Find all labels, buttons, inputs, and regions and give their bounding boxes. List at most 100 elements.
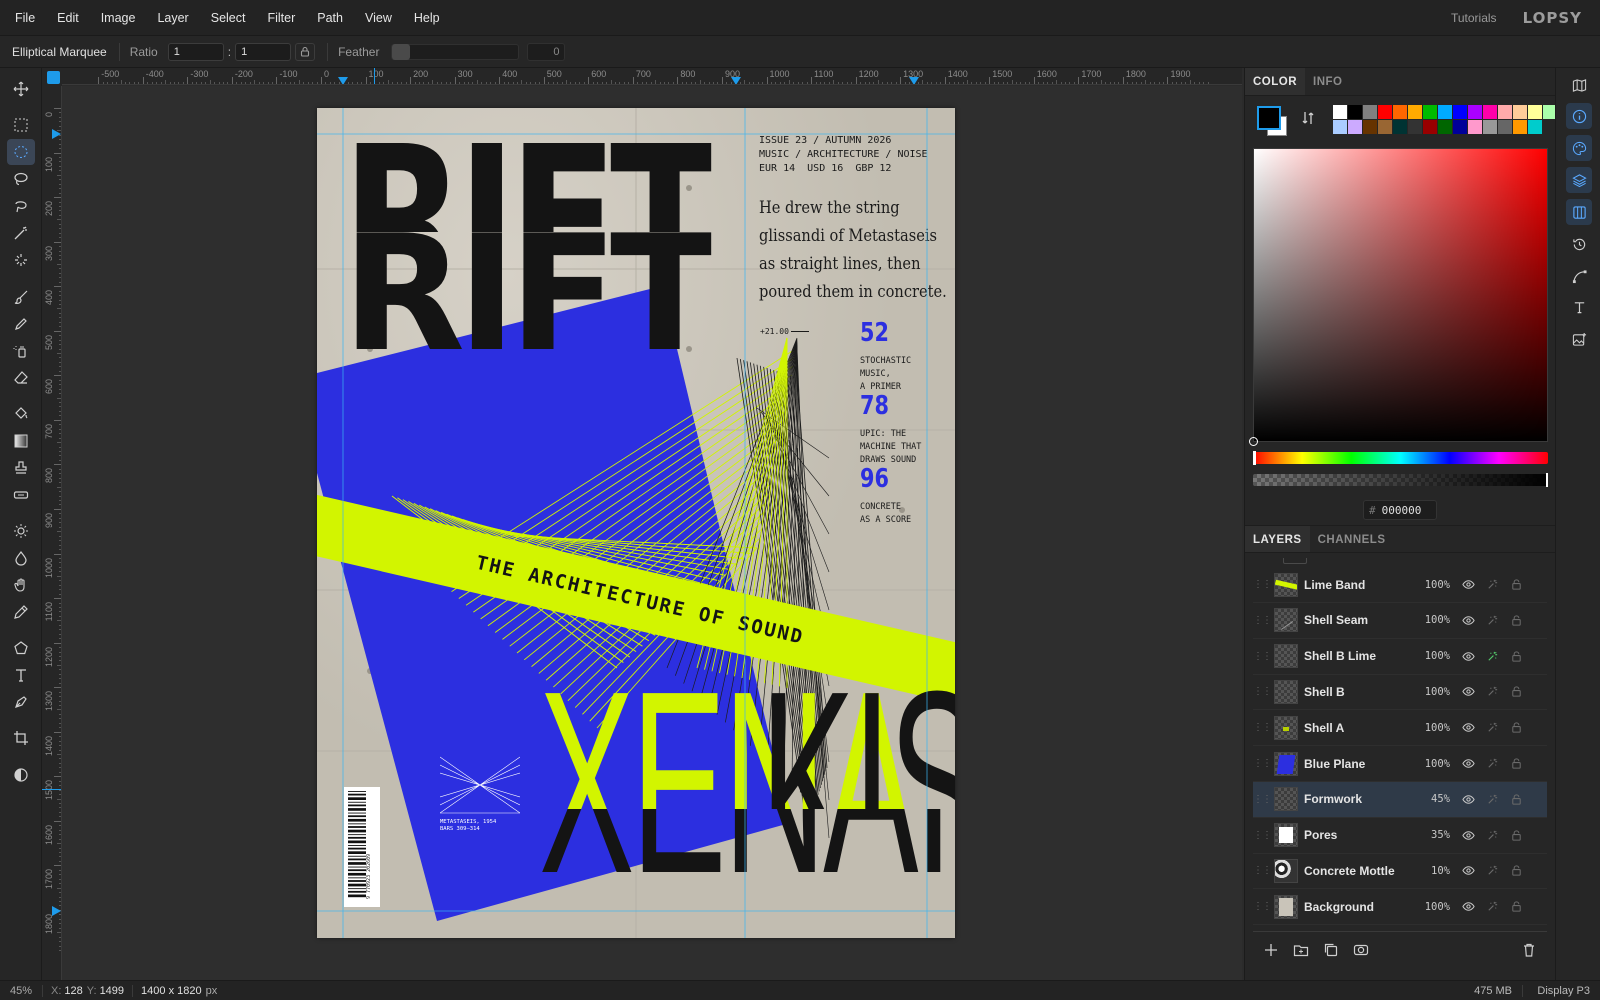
palette-swatch[interactable] (1393, 105, 1407, 119)
layer-effects-toggle[interactable] (1480, 721, 1504, 734)
place-image-button[interactable] (1566, 326, 1592, 352)
foreground-color-swatch[interactable] (1257, 106, 1281, 130)
alpha-slider[interactable] (1253, 473, 1548, 487)
layer-lock-toggle[interactable] (1504, 900, 1528, 913)
visibility-toggle[interactable] (1456, 829, 1480, 842)
layer-opacity[interactable]: 45% (1416, 793, 1450, 805)
drag-handle-icon[interactable]: ⋮⋮ (1253, 830, 1272, 841)
layer-opacity[interactable]: 10% (1416, 865, 1450, 877)
visibility-toggle[interactable] (1456, 578, 1480, 591)
layer-opacity[interactable]: 35% (1416, 829, 1450, 841)
lasso-tool[interactable] (7, 166, 35, 192)
drag-handle-icon[interactable]: ⋮⋮ (1253, 722, 1272, 733)
healing-tool[interactable] (7, 482, 35, 508)
layer-effects-toggle[interactable] (1480, 864, 1504, 877)
layer-row[interactable]: ⋮⋮ Pores 35% (1253, 818, 1547, 854)
layer-name[interactable]: Shell B Lime (1304, 649, 1416, 663)
layer-row[interactable]: ⋮⋮ Concrete Mottle 10% (1253, 853, 1547, 890)
pen-tool[interactable] (7, 689, 35, 715)
visibility-toggle[interactable] (1456, 757, 1480, 770)
visibility-toggle[interactable] (1456, 685, 1480, 698)
layer-row[interactable]: ⋮⋮ Shell Seam 100% (1253, 603, 1547, 639)
menu-edit[interactable]: Edit (46, 11, 90, 25)
rect-marquee-tool[interactable] (7, 112, 35, 138)
ruler-corner[interactable] (42, 68, 62, 86)
guide-marker[interactable] (338, 77, 348, 84)
menu-image[interactable]: Image (90, 11, 147, 25)
layer-opacity[interactable]: 100% (1416, 650, 1450, 662)
layer-name[interactable]: Background (1304, 900, 1416, 914)
palette-swatch[interactable] (1333, 105, 1347, 119)
layer-lock-toggle[interactable] (1504, 614, 1528, 627)
menu-view[interactable]: View (354, 11, 403, 25)
palette-swatch[interactable] (1408, 105, 1422, 119)
hue-slider[interactable] (1253, 451, 1548, 465)
palette-swatch[interactable] (1408, 120, 1422, 134)
trash-icon[interactable] (1521, 942, 1537, 958)
palette-swatch[interactable] (1378, 120, 1392, 134)
quick-select-tool[interactable] (7, 247, 35, 273)
palette-swatch[interactable] (1468, 105, 1482, 119)
palette-swatch[interactable] (1423, 120, 1437, 134)
channels-panel-button[interactable] (1566, 199, 1592, 225)
ruler-origin-marker[interactable] (47, 71, 60, 84)
visibility-toggle[interactable] (1456, 864, 1480, 877)
visibility-toggle[interactable] (1456, 614, 1480, 627)
visibility-toggle[interactable] (1456, 721, 1480, 734)
layer-name[interactable]: Shell Seam (1304, 613, 1416, 627)
palette-swatch[interactable] (1348, 120, 1362, 134)
layer-row[interactable]: ⋮⋮ Background 100% (1253, 889, 1547, 926)
palette-swatch[interactable] (1363, 120, 1377, 134)
drag-handle-icon[interactable]: ⋮⋮ (1253, 865, 1272, 876)
clone-stamp-tool[interactable] (7, 455, 35, 481)
hue-slider-thumb[interactable] (1253, 451, 1256, 465)
layer-effects-toggle[interactable] (1480, 757, 1504, 770)
layer-lock-toggle[interactable] (1504, 721, 1528, 734)
layer-name[interactable]: Pores (1304, 828, 1416, 842)
layer-row[interactable]: ⋮⋮ Shell B Lime 100% (1253, 639, 1547, 675)
pencil-tool[interactable] (7, 311, 35, 337)
guide-marker[interactable] (909, 77, 919, 84)
magnetic-lasso-tool[interactable] (7, 193, 35, 219)
hex-input[interactable]: # 000000 (1363, 500, 1437, 520)
horizontal-ruler[interactable]: -500 -400 -300 -200 -100 0 100 200 300 400 500 600 7… (62, 68, 1242, 85)
visibility-toggle[interactable] (1456, 793, 1480, 806)
drag-handle-icon[interactable]: ⋮⋮ (1253, 686, 1272, 697)
tab-channels[interactable]: CHANNELS (1310, 526, 1394, 552)
swap-colors-button[interactable] (1300, 110, 1316, 129)
new-group-icon[interactable] (1293, 942, 1309, 958)
zoom-level[interactable]: 45% (0, 985, 42, 997)
brush-tool[interactable] (7, 284, 35, 310)
layer-effects-toggle[interactable] (1480, 650, 1504, 663)
layer-name[interactable]: Concrete Mottle (1304, 864, 1416, 878)
spray-tool[interactable] (7, 338, 35, 364)
duplicate-layer-icon[interactable] (1323, 942, 1339, 958)
paint-bucket-tool[interactable] (7, 401, 35, 427)
palette-swatch[interactable] (1453, 105, 1467, 119)
layer-lock-toggle[interactable] (1504, 793, 1528, 806)
palette-swatch[interactable] (1528, 105, 1542, 119)
guide-marker[interactable] (52, 129, 61, 139)
shape-tool[interactable] (7, 635, 35, 661)
menu-file[interactable]: File (0, 11, 46, 25)
menu-path[interactable]: Path (306, 11, 354, 25)
navigator-button[interactable] (1566, 72, 1592, 98)
layer-lock-toggle[interactable] (1504, 578, 1528, 591)
vertical-ruler[interactable]: 0 100 200 300 400 500 600 700 800 900 1000 1100 1200… (42, 86, 62, 980)
drag-handle-icon[interactable]: ⋮⋮ (1253, 901, 1272, 912)
alpha-slider-thumb[interactable] (1546, 473, 1548, 487)
hand-tool[interactable] (7, 572, 35, 598)
layer-name[interactable]: Lime Band (1304, 578, 1416, 592)
layer-mask-icon[interactable] (1353, 942, 1369, 958)
palette-swatch[interactable] (1483, 120, 1497, 134)
paths-panel-button[interactable] (1566, 263, 1592, 289)
drag-handle-icon[interactable]: ⋮⋮ (1253, 615, 1272, 626)
layer-lock-toggle[interactable] (1504, 829, 1528, 842)
burn-tool[interactable] (7, 545, 35, 571)
palette-swatch[interactable] (1423, 105, 1437, 119)
drag-handle-icon[interactable]: ⋮⋮ (1253, 758, 1272, 769)
drag-handle-icon[interactable]: ⋮⋮ (1253, 794, 1272, 805)
layer-opacity[interactable]: 100% (1416, 614, 1450, 626)
document-canvas[interactable]: RIFT RIFT ISSUE 23 / AUTUMN 2026 MUSIC /… (317, 108, 955, 938)
layer-name[interactable]: Blue Plane (1304, 757, 1416, 771)
